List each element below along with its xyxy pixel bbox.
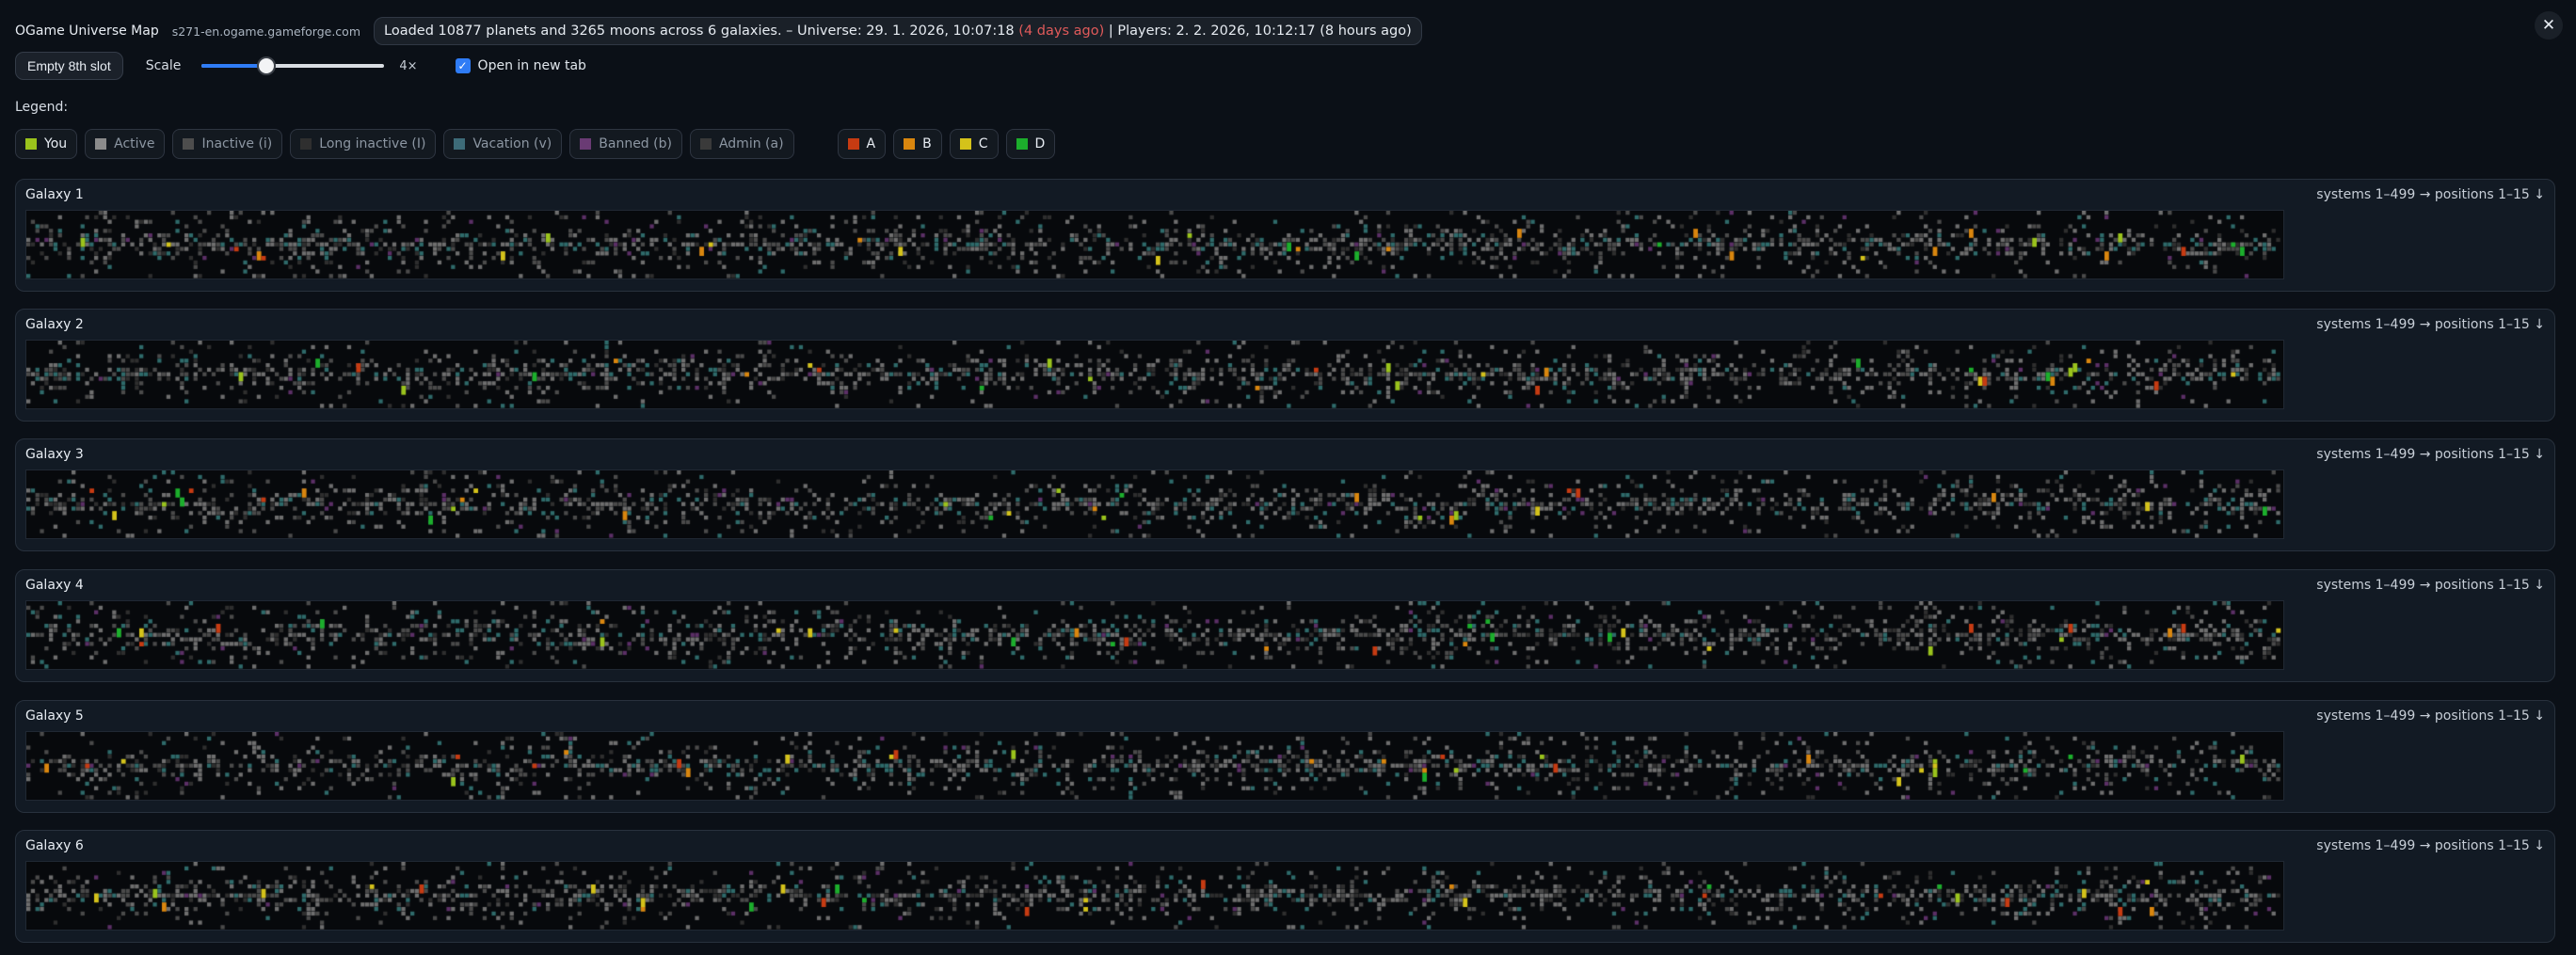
galaxy-panel-4: Galaxy 4 systems 1–499 → positions 1–15 … xyxy=(15,569,2555,682)
status-players: | Players: 2. 2. 2026, 10:12:17 (8 hours… xyxy=(1104,24,1412,39)
galaxy-title: Galaxy 5 xyxy=(25,708,84,724)
legend-swatch-you xyxy=(25,138,37,150)
legend-swatch-alliance-d xyxy=(1016,138,1028,150)
galaxy-map-3[interactable] xyxy=(25,470,2284,539)
galaxy-range: systems 1–499 → positions 1–15 ↓ xyxy=(2316,317,2545,332)
top-bar: OGame Universe Map s271-en.ogame.gamefor… xyxy=(15,17,1422,45)
legend-chip-you[interactable]: You xyxy=(15,129,78,159)
galaxy-panel-3: Galaxy 3 systems 1–499 → positions 1–15 … xyxy=(15,438,2555,551)
open-new-tab-checkbox[interactable]: ✓ xyxy=(455,58,471,73)
legend-label: Active xyxy=(114,136,155,151)
legend-label: Long inactive (I) xyxy=(319,136,426,151)
galaxy-range: systems 1–499 → positions 1–15 ↓ xyxy=(2316,187,2545,202)
scale-value: 4× xyxy=(399,58,418,73)
open-new-tab-label[interactable]: Open in new tab xyxy=(478,58,586,73)
server-host: s271-en.ogame.gameforge.com xyxy=(171,24,360,39)
scale-label: Scale xyxy=(145,58,182,73)
legend-label: Banned (b) xyxy=(599,136,672,151)
galaxy-map-4[interactable] xyxy=(25,600,2284,670)
legend-label: Admin (a) xyxy=(718,136,784,151)
legend-swatch-alliance-a xyxy=(847,138,859,150)
load-status: Loaded 10877 planets and 3265 moons acro… xyxy=(374,17,1422,45)
galaxy-panel-5: Galaxy 5 systems 1–499 → positions 1–15 … xyxy=(15,700,2555,813)
legend-swatch-admin xyxy=(699,138,712,150)
legend-chip-alliance-a[interactable]: A xyxy=(837,129,887,159)
legend-swatch-long-inactive xyxy=(300,138,312,150)
empty-8th-slot-button[interactable]: Empty 8th slot xyxy=(15,52,123,80)
check-icon: ✓ xyxy=(457,59,468,72)
scale-slider[interactable] xyxy=(201,56,385,75)
galaxy-panel-2: Galaxy 2 systems 1–499 → positions 1–15 … xyxy=(15,309,2555,422)
legend-label: You xyxy=(44,136,68,151)
galaxy-range: systems 1–499 → positions 1–15 ↓ xyxy=(2316,447,2545,462)
legend-swatch-alliance-b xyxy=(904,138,916,150)
controls-row: Empty 8th slot Scale 4× ✓ Open in new ta… xyxy=(15,52,586,80)
legend-chip-banned[interactable]: Banned (b) xyxy=(569,129,682,159)
app-title: OGame Universe Map xyxy=(15,24,159,39)
legend-label: D xyxy=(1034,136,1046,151)
legend-chip-active[interactable]: Active xyxy=(85,129,166,159)
legend-chip-alliance-b[interactable]: B xyxy=(893,129,942,159)
galaxy-title: Galaxy 4 xyxy=(25,578,84,593)
galaxy-range: systems 1–499 → positions 1–15 ↓ xyxy=(2316,578,2545,593)
legend-title: Legend: xyxy=(15,100,69,115)
legend-swatch-banned xyxy=(580,138,592,150)
legend-swatch-inactive xyxy=(183,138,195,150)
galaxy-title: Galaxy 3 xyxy=(25,447,84,462)
galaxy-range: systems 1–499 → positions 1–15 ↓ xyxy=(2316,838,2545,853)
legend-swatch-active xyxy=(95,138,107,150)
legend-chip-admin[interactable]: Admin (a) xyxy=(689,129,794,159)
galaxy-range: systems 1–499 → positions 1–15 ↓ xyxy=(2316,708,2545,724)
galaxy-title: Galaxy 2 xyxy=(25,317,84,332)
legend: You Active Inactive (i) Long inactive (I… xyxy=(15,129,1056,159)
galaxy-map-2[interactable] xyxy=(25,340,2284,409)
legend-swatch-vacation xyxy=(454,138,466,150)
status-main: Loaded 10877 planets and 3265 moons acro… xyxy=(384,24,1019,39)
legend-label: C xyxy=(978,136,988,151)
legend-label: Inactive (i) xyxy=(201,136,273,151)
legend-chip-alliance-d[interactable]: D xyxy=(1005,129,1056,159)
legend-chip-inactive[interactable]: Inactive (i) xyxy=(172,129,283,159)
status-ago: (4 days ago) xyxy=(1018,24,1105,39)
close-icon[interactable]: ✕ xyxy=(2535,11,2563,40)
galaxy-panel-1: Galaxy 1 systems 1–499 → positions 1–15 … xyxy=(15,179,2555,292)
legend-chip-alliance-c[interactable]: C xyxy=(949,129,999,159)
legend-swatch-alliance-c xyxy=(959,138,971,150)
legend-label: B xyxy=(922,136,932,151)
galaxy-title: Galaxy 6 xyxy=(25,838,84,853)
legend-label: Vacation (v) xyxy=(472,136,552,151)
legend-label: A xyxy=(866,136,876,151)
legend-chip-vacation[interactable]: Vacation (v) xyxy=(443,129,563,159)
galaxy-title: Galaxy 1 xyxy=(25,187,84,202)
slider-thumb[interactable] xyxy=(257,56,277,75)
galaxy-map-1[interactable] xyxy=(25,210,2284,279)
galaxy-map-5[interactable] xyxy=(25,731,2284,801)
legend-chip-long-inactive[interactable]: Long inactive (I) xyxy=(290,129,437,159)
galaxy-map-6[interactable] xyxy=(25,861,2284,931)
galaxy-panel-6: Galaxy 6 systems 1–499 → positions 1–15 … xyxy=(15,830,2555,943)
